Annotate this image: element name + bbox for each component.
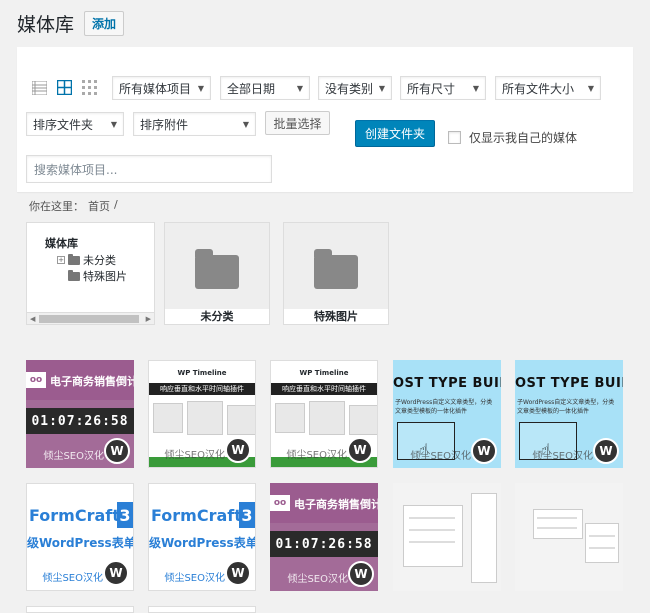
- scroll-thumb[interactable]: [39, 314, 139, 323]
- media-thumb[interactable]: [26, 606, 134, 613]
- woo-logo: oo: [270, 495, 290, 511]
- wordpress-logo-icon: W: [348, 561, 374, 587]
- only-mine-checkbox[interactable]: [448, 131, 461, 144]
- size-select[interactable]: 所有尺寸 ▼: [400, 76, 486, 100]
- category-select[interactable]: 没有类别 ▼: [318, 76, 392, 100]
- folder-tree: 媒体库 + 未分类 特殊图片 ◀ ▶: [26, 222, 155, 325]
- filesize-select[interactable]: 所有文件大小 ▼: [495, 76, 601, 100]
- folder-icon: [68, 269, 80, 281]
- small-grid-view-icon[interactable]: [81, 79, 98, 96]
- media-thumb[interactable]: [148, 606, 256, 613]
- add-new-button[interactable]: 添加: [84, 11, 125, 36]
- page-title: 媒体库: [17, 14, 75, 36]
- bulk-select-button[interactable]: 批量选择: [265, 111, 330, 135]
- media-thumb[interactable]: WP Timeline 响应垂直和水平时间轴插件 倾尘SEO汉化 W: [148, 360, 256, 468]
- wordpress-logo-icon: W: [347, 437, 373, 463]
- sort-attachment-select[interactable]: 排序附件 ▼: [133, 112, 256, 136]
- create-folder-button[interactable]: 创建文件夹: [355, 120, 435, 147]
- page-header: 媒体库 添加: [17, 10, 125, 37]
- media-thumb[interactable]: FormCraft 3 级WordPress表单插 倾尘SEO汉化 W: [148, 483, 256, 591]
- media-type-select[interactable]: 所有媒体项目 ▼: [112, 76, 211, 100]
- media-thumb[interactable]: [393, 483, 501, 591]
- only-mine-label: 仅显示我自己的媒体: [469, 131, 578, 145]
- woo-logo: oo: [26, 372, 46, 388]
- wordpress-logo-icon: W: [225, 560, 251, 586]
- chevron-down-icon: ▼: [472, 83, 479, 93]
- media-thumb[interactable]: WP Timeline 响应垂直和水平时间轴插件 倾尘SEO汉化 W: [270, 360, 378, 468]
- folder-icon: [314, 249, 358, 289]
- media-thumb[interactable]: [515, 483, 623, 591]
- wordpress-logo-icon: W: [593, 438, 619, 464]
- chevron-down-icon: ▼: [242, 119, 249, 129]
- wordpress-logo-icon: W: [471, 438, 497, 464]
- chevron-down-icon: ▼: [197, 83, 204, 93]
- chevron-down-icon: ▼: [378, 83, 385, 93]
- folder-card-uncategorized[interactable]: 未分类: [164, 222, 270, 325]
- tree-item-special[interactable]: 特殊图片: [68, 268, 127, 284]
- grid-view-icon[interactable]: [56, 79, 73, 96]
- list-view-icon[interactable]: [31, 79, 48, 96]
- breadcrumb: 你在这里： 首页 /: [29, 198, 118, 214]
- view-switcher: [31, 79, 98, 96]
- media-thumb[interactable]: oo 电子商务销售倒计 01:07:26:58 倾尘SEO汉化 W: [26, 360, 134, 468]
- breadcrumb-home-link[interactable]: 首页: [88, 198, 110, 214]
- tree-item-uncategorized[interactable]: + 未分类: [57, 252, 116, 268]
- chevron-down-icon: ▼: [110, 119, 117, 129]
- wordpress-logo-icon: W: [225, 437, 251, 463]
- sort-folder-select[interactable]: 排序文件夹 ▼: [26, 112, 124, 136]
- media-thumb[interactable]: OST TYPE BUILDER 子WordPress自定义文章类型，分类 文章…: [393, 360, 501, 468]
- only-mine-toggle[interactable]: 仅显示我自己的媒体: [448, 129, 577, 146]
- media-toolbar: 所有媒体项目 ▼ 全部日期 ▼ 没有类别 ▼ 所有尺寸 ▼ 所有文件大小 ▼ 排序文件夹 ▼…: [17, 47, 633, 192]
- scroll-right-icon[interactable]: ▶: [146, 315, 151, 323]
- chevron-down-icon: ▼: [587, 83, 594, 93]
- folder-card-special[interactable]: 特殊图片: [283, 222, 389, 325]
- media-thumb[interactable]: oo 电子商务销售倒计 01:07:26:58 倾尘SEO汉化 W: [270, 483, 378, 591]
- folder-icon: [195, 249, 239, 289]
- chevron-down-icon: ▼: [296, 83, 303, 93]
- date-select[interactable]: 全部日期 ▼: [220, 76, 310, 100]
- wordpress-logo-icon: W: [103, 560, 129, 586]
- search-input[interactable]: 搜索媒体项目...: [26, 155, 272, 183]
- folder-icon: [68, 253, 80, 265]
- tree-root[interactable]: 媒体库: [45, 235, 78, 251]
- wordpress-logo-icon: W: [104, 438, 130, 464]
- media-thumb[interactable]: FormCraft 3 级WordPress表单插 倾尘SEO汉化 W: [26, 483, 134, 591]
- scroll-left-icon[interactable]: ◀: [30, 315, 35, 323]
- expand-icon[interactable]: +: [57, 256, 65, 264]
- tree-scrollbar[interactable]: ◀ ▶: [27, 312, 154, 324]
- media-thumb[interactable]: OST TYPE BUILDER 子WordPress自定义文章类型，分类 文章…: [515, 360, 623, 468]
